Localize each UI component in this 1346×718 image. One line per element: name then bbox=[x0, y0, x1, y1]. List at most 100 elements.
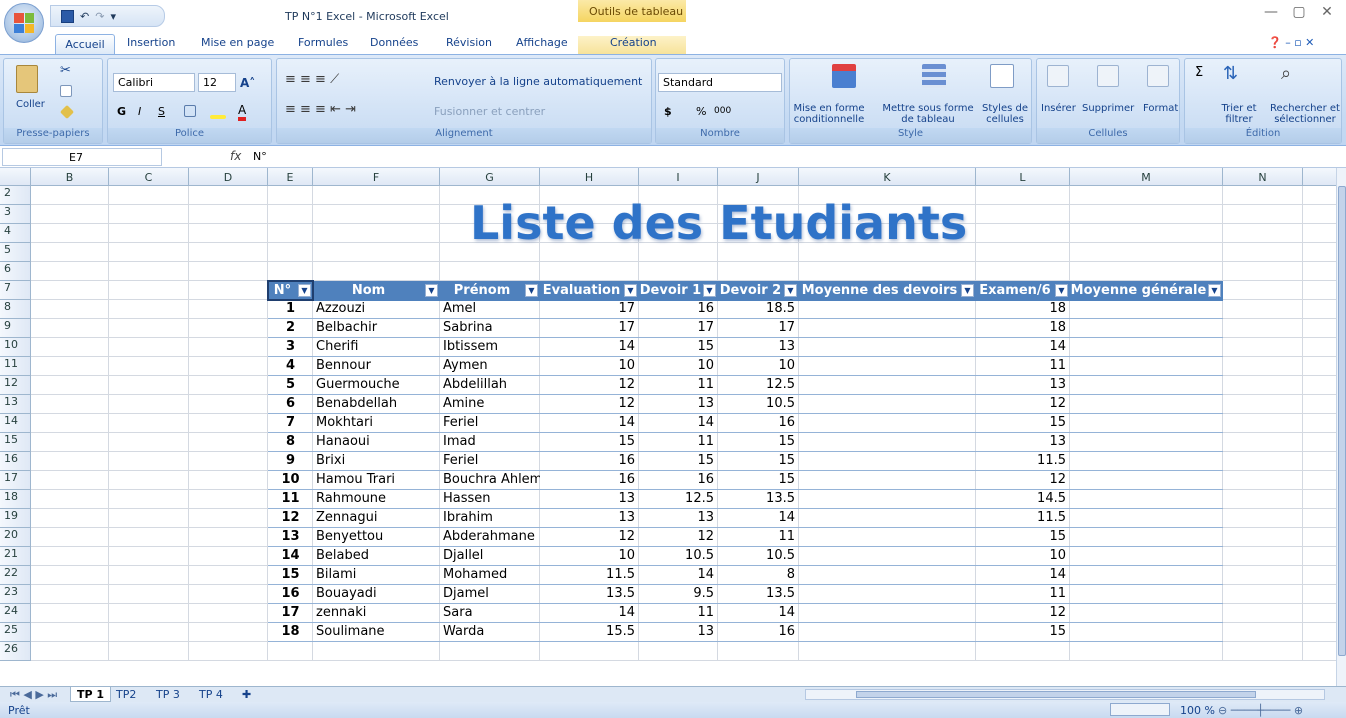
table-cell[interactable]: 11 bbox=[639, 603, 718, 623]
name-box[interactable]: E7 bbox=[2, 148, 162, 166]
filter-dropdown-icon[interactable]: ▼ bbox=[703, 284, 716, 297]
cut-icon[interactable]: ✂ bbox=[60, 63, 71, 78]
fx-icon[interactable]: fx bbox=[230, 149, 241, 163]
table-cell[interactable]: 11 bbox=[639, 375, 718, 395]
table-cell[interactable] bbox=[799, 337, 976, 357]
table-cell[interactable] bbox=[799, 318, 976, 338]
format-painter-icon[interactable] bbox=[59, 104, 75, 120]
table-header-cell[interactable]: Devoir 1 ▼ bbox=[639, 281, 718, 301]
table-cell[interactable]: Amel bbox=[440, 299, 540, 319]
vertical-scrollbar[interactable] bbox=[1336, 168, 1346, 686]
table-cell[interactable]: 15 bbox=[976, 622, 1070, 642]
filter-dropdown-icon[interactable]: ▼ bbox=[1208, 284, 1221, 297]
table-cell[interactable]: Azzouzi bbox=[313, 299, 440, 319]
table-cell[interactable]: 11.5 bbox=[976, 508, 1070, 528]
table-cell[interactable]: 13 bbox=[639, 622, 718, 642]
table-cell[interactable]: 13.5 bbox=[540, 584, 639, 604]
font-size-select[interactable]: 12 bbox=[198, 73, 236, 92]
autosum-button[interactable]: Σ bbox=[1195, 65, 1203, 80]
table-cell[interactable] bbox=[799, 603, 976, 623]
table-cell[interactable]: 10 bbox=[540, 356, 639, 376]
underline-button[interactable]: S bbox=[158, 105, 165, 118]
column-header[interactable]: N bbox=[1223, 168, 1303, 186]
table-cell[interactable]: 12.5 bbox=[718, 375, 799, 395]
table-header-cell[interactable]: Prénom ▼ bbox=[440, 281, 540, 301]
table-cell[interactable]: zennaki bbox=[313, 603, 440, 623]
table-cell[interactable]: 14 bbox=[639, 565, 718, 585]
table-cell[interactable]: 17 bbox=[540, 299, 639, 319]
restore-button[interactable]: ▢ bbox=[1284, 4, 1314, 24]
filter-dropdown-icon[interactable]: ▼ bbox=[784, 284, 797, 297]
table-cell[interactable] bbox=[1070, 584, 1223, 604]
table-cell[interactable]: 13 bbox=[540, 508, 639, 528]
table-cell[interactable]: Amine bbox=[440, 394, 540, 414]
table-cell[interactable]: Guermouche bbox=[313, 375, 440, 395]
table-cell[interactable]: 11 bbox=[718, 527, 799, 547]
table-cell[interactable]: 13 bbox=[268, 527, 313, 547]
table-cell[interactable]: 16 bbox=[540, 451, 639, 471]
row-header[interactable]: 23 bbox=[0, 585, 31, 604]
table-cell[interactable] bbox=[1070, 394, 1223, 414]
table-cell[interactable]: 14 bbox=[540, 413, 639, 433]
find-icon[interactable]: ⌕ bbox=[1281, 63, 1291, 84]
table-cell[interactable]: 18 bbox=[976, 299, 1070, 319]
tab-accueil[interactable]: Accueil bbox=[55, 34, 115, 55]
table-cell[interactable]: 10 bbox=[976, 546, 1070, 566]
table-cell[interactable]: 15 bbox=[639, 337, 718, 357]
table-cell[interactable] bbox=[799, 489, 976, 509]
table-cell[interactable]: 8 bbox=[268, 432, 313, 452]
column-header[interactable]: K bbox=[799, 168, 976, 186]
table-cell[interactable]: Mohamed bbox=[440, 565, 540, 585]
table-cell[interactable]: 16 bbox=[718, 622, 799, 642]
table-cell[interactable]: Djamel bbox=[440, 584, 540, 604]
table-cell[interactable]: 10.5 bbox=[718, 546, 799, 566]
row-header[interactable]: 9 bbox=[0, 319, 31, 338]
table-cell[interactable]: 6 bbox=[268, 394, 313, 414]
table-cell[interactable]: 10.5 bbox=[718, 394, 799, 414]
row-header[interactable]: 14 bbox=[0, 414, 31, 433]
table-cell[interactable] bbox=[1070, 375, 1223, 395]
table-cell[interactable]: 10.5 bbox=[639, 546, 718, 566]
table-header-cell[interactable]: Evaluation ▼ bbox=[540, 281, 639, 301]
wrap-text-button[interactable]: Renvoyer à la ligne automatiquement bbox=[434, 75, 642, 88]
table-cell[interactable]: 15 bbox=[718, 451, 799, 471]
table-cell[interactable]: 15.5 bbox=[540, 622, 639, 642]
tab-insertion[interactable]: Insertion bbox=[127, 36, 175, 54]
column-header[interactable]: C bbox=[109, 168, 189, 186]
table-header-cell[interactable]: Moyenne générale ▼ bbox=[1070, 281, 1223, 301]
table-header-cell[interactable]: Nom ▼ bbox=[313, 281, 440, 301]
table-cell[interactable] bbox=[1070, 413, 1223, 433]
row-header[interactable]: 4 bbox=[0, 224, 31, 243]
table-cell[interactable]: 13 bbox=[639, 508, 718, 528]
table-cell[interactable]: 12 bbox=[540, 375, 639, 395]
minimize-button[interactable]: — bbox=[1256, 4, 1286, 24]
horizontal-scrollbar[interactable] bbox=[805, 689, 1325, 700]
table-cell[interactable]: 9 bbox=[268, 451, 313, 471]
grow-font-icon[interactable]: A˄ bbox=[240, 76, 255, 90]
save-icon[interactable] bbox=[61, 9, 74, 23]
column-header[interactable]: M bbox=[1070, 168, 1223, 186]
table-cell[interactable] bbox=[799, 413, 976, 433]
table-cell[interactable]: Bennour bbox=[313, 356, 440, 376]
table-cell[interactable]: 12.5 bbox=[639, 489, 718, 509]
table-cell[interactable] bbox=[1070, 356, 1223, 376]
insert-sheet-icon[interactable]: ✚ bbox=[236, 687, 257, 702]
table-cell[interactable] bbox=[799, 527, 976, 547]
column-header[interactable]: B bbox=[31, 168, 109, 186]
table-cell[interactable]: Hassen bbox=[440, 489, 540, 509]
table-header-cell[interactable]: Devoir 2 ▼ bbox=[718, 281, 799, 301]
table-cell[interactable]: 16 bbox=[639, 299, 718, 319]
table-cell[interactable]: 8 bbox=[718, 565, 799, 585]
table-cell[interactable] bbox=[1070, 337, 1223, 357]
table-cell[interactable] bbox=[799, 394, 976, 414]
row-header[interactable]: 26 bbox=[0, 642, 31, 661]
row-header[interactable]: 18 bbox=[0, 490, 31, 509]
table-cell[interactable] bbox=[799, 622, 976, 642]
tab-creation[interactable]: Création bbox=[610, 36, 657, 54]
table-cell[interactable]: 16 bbox=[268, 584, 313, 604]
table-cell[interactable]: Djallel bbox=[440, 546, 540, 566]
table-cell[interactable] bbox=[799, 470, 976, 490]
table-cell[interactable]: 18 bbox=[268, 622, 313, 642]
table-cell[interactable]: 16 bbox=[639, 470, 718, 490]
column-header[interactable]: H bbox=[540, 168, 639, 186]
